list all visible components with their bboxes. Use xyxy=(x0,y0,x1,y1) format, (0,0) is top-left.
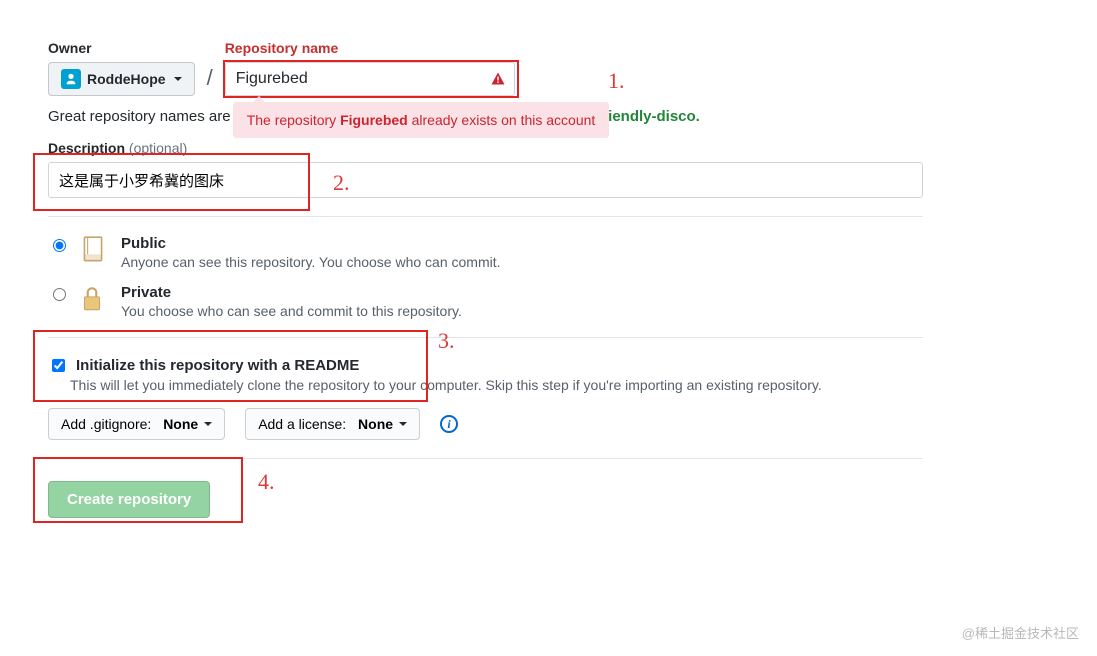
avatar xyxy=(61,69,81,89)
init-readme-title: Initialize this repository with a README xyxy=(76,357,359,374)
owner-label: Owner xyxy=(48,40,195,56)
owner-username: RoddeHope xyxy=(87,71,166,87)
create-repository-button[interactable]: Create repository xyxy=(48,481,210,518)
watermark: @稀土掘金技术社区 xyxy=(962,623,1079,642)
repo-name-input[interactable] xyxy=(225,62,515,96)
divider xyxy=(48,337,923,338)
visibility-public-title: Public xyxy=(121,235,501,252)
info-icon[interactable]: i xyxy=(440,415,458,433)
init-readme-sub: This will let you immediately clone the … xyxy=(70,377,1049,393)
annotation-4: 4. xyxy=(258,469,275,495)
repo-name-label: Repository name xyxy=(225,40,515,56)
license-dropdown[interactable]: Add a license: None xyxy=(245,408,420,440)
error-tooltip: The repository Figurebed already exists … xyxy=(233,102,610,138)
repo-icon xyxy=(79,235,111,268)
slash-separator: / xyxy=(207,40,213,91)
annotation-1: 1. xyxy=(608,68,625,94)
visibility-public-sub: Anyone can see this repository. You choo… xyxy=(121,254,501,270)
description-input[interactable] xyxy=(48,162,923,198)
visibility-private-title: Private xyxy=(121,284,462,301)
description-label: Description (optional) xyxy=(48,140,1049,156)
divider xyxy=(48,216,923,217)
divider xyxy=(48,458,923,459)
lock-icon xyxy=(79,284,111,317)
repo-name-suggestion[interactable]: friendly-disco. xyxy=(597,108,700,125)
chevron-down-icon xyxy=(204,422,212,426)
visibility-public-radio[interactable] xyxy=(53,239,66,252)
visibility-private-radio[interactable] xyxy=(53,288,66,301)
init-readme-checkbox[interactable] xyxy=(52,359,65,372)
chevron-down-icon xyxy=(174,77,182,81)
chevron-down-icon xyxy=(399,422,407,426)
annotation-3: 3. xyxy=(438,328,455,354)
alert-icon xyxy=(490,71,506,90)
gitignore-dropdown[interactable]: Add .gitignore: None xyxy=(48,408,225,440)
visibility-private-sub: You choose who can see and commit to thi… xyxy=(121,303,462,319)
owner-dropdown[interactable]: RoddeHope xyxy=(48,62,195,96)
